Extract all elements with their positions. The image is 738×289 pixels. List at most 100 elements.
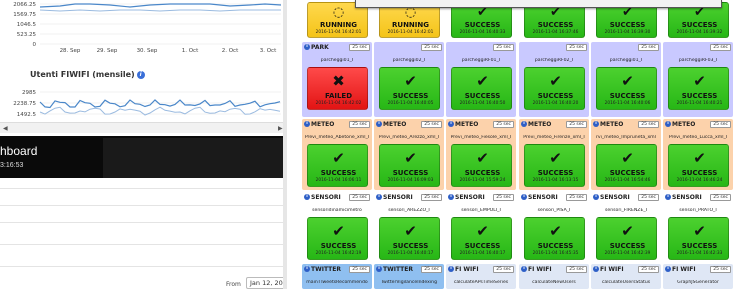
job-tile[interactable]: 25 sec parcheggiRF01_I ✔ SUCCESS 2016-11-04 … <box>446 42 516 117</box>
job-tile[interactable]: i SENSORI 25 sec sensori_PISA_I ✔ SUCCESS 2016… <box>519 192 589 262</box>
interval-badge[interactable]: 25 sec <box>638 194 659 201</box>
status-button-success[interactable]: ✔ SUCCESS 2016-11-04 16:09:03 <box>379 144 440 187</box>
info-icon[interactable]: i <box>448 194 454 200</box>
job-tile[interactable]: i METEO 25 sec Previ_meteo_Arezzo_xml_I ✔ SUC… <box>374 119 444 190</box>
interval-badge[interactable]: 25 sec <box>493 266 514 273</box>
status-button-failed[interactable]: ✖ FAILED 2016-11-04 16:42:02 <box>307 67 368 110</box>
job-tile[interactable]: i SENSORI 25 sec sensori_AREZZO_I ✔ SUCCESS 20… <box>374 192 444 262</box>
info-icon[interactable]: i <box>304 266 310 272</box>
job-tile[interactable]: i SENSORI 25 sec sensoridinamicimetro ✔ SUCCE… <box>302 192 372 262</box>
status-button-success[interactable]: ✔ SUCCESS 2016-11-04 16:40:06 <box>596 67 657 110</box>
check-icon: ✔ <box>332 149 345 167</box>
job-tile[interactable]: i METEO 25 sec Previ_meteo_Fiesole_xml_I ✔ SU… <box>446 119 516 190</box>
interval-badge[interactable]: 25 sec <box>710 266 731 273</box>
interval-badge[interactable]: 25 sec <box>566 194 587 201</box>
info-icon[interactable]: i <box>376 194 382 200</box>
interval-badge[interactable]: 25 sec <box>493 121 514 128</box>
info-icon[interactable]: i <box>593 194 599 200</box>
interval-badge[interactable]: 25 sec <box>349 194 370 201</box>
info-icon[interactable]: i <box>448 266 454 272</box>
info-icon[interactable]: i <box>521 121 527 127</box>
status-button-success[interactable]: ✔ SUCCESS 2016-11-04 16:40:50 <box>451 67 512 110</box>
status-button-success[interactable]: ✔ SUCCESS 2016-11-04 15:59:24 <box>451 144 512 187</box>
interval-badge[interactable]: 25 sec <box>638 44 659 51</box>
job-tile[interactable]: i METEO 25 sec rvi_meteo_Impruneta_xml ✔ SUCC… <box>591 119 661 190</box>
status-button-success[interactable]: ✔ SUCCESS 2016-11-04 16:45:35 <box>524 217 585 260</box>
job-tile[interactable]: i METEO 25 sec Previ_meteo_Lucca_xml_I ✔ SUCC… <box>663 119 733 190</box>
interval-badge[interactable]: 25 sec <box>421 266 442 273</box>
interval-badge[interactable]: 25 sec <box>421 44 442 51</box>
x-icon: ✖ <box>332 72 345 90</box>
job-tile[interactable]: i SENSORI 25 sec sensori_PRATO_I ✔ SUCCESS 201… <box>663 192 733 262</box>
interval-badge[interactable]: 25 sec <box>349 44 370 51</box>
job-tile[interactable]: i TWITTER 25 sec TwitterVigilanceIndexing <box>374 264 444 289</box>
interval-badge[interactable]: 25 sec <box>493 194 514 201</box>
job-tile[interactable]: i FI WIFI 25 sec calculateNewUsers <box>519 264 589 289</box>
job-category-label: FI WIFI <box>600 266 624 273</box>
status-button-success[interactable]: ✔ SUCCESS 2016-11-04 16:40:20 <box>524 67 585 110</box>
scroll-left-icon[interactable]: ◀ <box>3 125 8 132</box>
status-button-success[interactable]: ✔ SUCCESS 2016-11-04 16:13:15 <box>524 144 585 187</box>
status-label: SUCCESS <box>320 242 357 250</box>
interval-badge[interactable]: 25 sec <box>566 44 587 51</box>
interval-badge[interactable]: 25 sec <box>566 121 587 128</box>
interval-badge[interactable]: 25 sec <box>349 121 370 128</box>
info-icon[interactable]: i <box>665 194 671 200</box>
status-button-success[interactable]: ✔ SUCCESS 2016-11-04 16:40:05 <box>379 67 440 110</box>
horizontal-scrollbar[interactable]: ◀ ▶ <box>0 122 287 133</box>
job-name: parcheggi02_I <box>392 58 426 63</box>
job-category: i SENSORI <box>448 194 485 201</box>
interval-badge[interactable]: 25 sec <box>421 121 442 128</box>
info-icon[interactable]: i <box>376 121 382 127</box>
info-icon[interactable]: i <box>448 121 454 127</box>
from-date-input[interactable]: Jan 12, 20 <box>246 277 286 289</box>
job-tile[interactable]: i PARK 25 sec parcheggi01_I ✖ FAILED 2016-11-0… <box>302 42 372 117</box>
info-icon[interactable]: i <box>593 266 599 272</box>
status-button-success[interactable]: ✔ SUCCESS 2016-11-04 16:40:17 <box>451 217 512 260</box>
info-icon[interactable]: i <box>304 44 310 50</box>
status-button-success[interactable]: ✔ SUCCESS 2016-11-04 16:06:11 <box>307 144 368 187</box>
info-icon[interactable]: i <box>593 121 599 127</box>
x-tick-label: 3. Oct <box>260 48 277 54</box>
job-tile[interactable]: i FI WIFI 25 sec calculateAPsTimeSeries <box>446 264 516 289</box>
status-timestamp: 2016-11-04 16:40:17 <box>387 251 434 256</box>
info-icon[interactable]: i <box>376 266 382 272</box>
job-tile[interactable]: i SENSORI 25 sec sensori_FIRENZE_I ✔ SUCCESS 2… <box>591 192 661 262</box>
status-button-success[interactable]: ✔ SUCCESS 2016-11-04 16:42:39 <box>596 217 657 260</box>
scroll-right-icon[interactable]: ▶ <box>278 125 283 132</box>
job-tile[interactable]: 25 sec parcheggi02_I ✔ SUCCESS 2016-11-04 16… <box>374 42 444 117</box>
job-tile[interactable]: i FI WIFI 25 sec calculateUsersStatus <box>591 264 661 289</box>
interval-badge[interactable]: 25 sec <box>566 266 587 273</box>
status-button-success[interactable]: ✔ SUCCESS 2016-11-04 16:40:21 <box>668 67 729 110</box>
job-tile[interactable]: i TWITTER 25 sec mainTTweetsRecommendo <box>302 264 372 289</box>
job-tile[interactable]: i SENSORI 25 sec sensori_EMPOLI_I ✔ SUCCESS 20… <box>446 192 516 262</box>
status-button-success[interactable]: ✔ SUCCESS 2016-11-04 16:54:46 <box>596 144 657 187</box>
interval-badge[interactable]: 25 sec <box>710 194 731 201</box>
job-tile[interactable]: i FI WIFI 25 sec GraphJSGenerator <box>663 264 733 289</box>
interval-badge[interactable]: 25 sec <box>638 121 659 128</box>
job-tile[interactable]: 25 sec parcheggiRF02_I ✔ SUCCESS 2016-11-04 … <box>519 42 589 117</box>
status-button-success[interactable]: ✔ SUCCESS 2016-11-04 16:46:24 <box>668 144 729 187</box>
job-tile[interactable]: 25 sec parcheggi01_I ✔ SUCCESS 2016-11-04 16… <box>591 42 661 117</box>
job-tile[interactable]: i METEO 25 sec Previ_meteo_Firenze_xml_I ✔ SU… <box>519 119 589 190</box>
info-icon[interactable]: i <box>304 194 310 200</box>
job-category-label: SENSORI <box>600 194 630 201</box>
info-icon[interactable]: i <box>665 266 671 272</box>
info-icon[interactable]: i <box>665 121 671 127</box>
info-icon[interactable]: i <box>304 121 310 127</box>
interval-badge[interactable]: 25 sec <box>710 121 731 128</box>
info-icon[interactable]: i <box>521 194 527 200</box>
status-button-success[interactable]: ✔ SUCCESS 2016-11-04 16:40:17 <box>379 217 440 260</box>
status-button-success[interactable]: ✔ SUCCESS 2016-11-04 16:42:33 <box>668 217 729 260</box>
info-icon[interactable]: i <box>521 266 527 272</box>
job-tile[interactable]: 25 sec parcheggiRF03_I ✔ SUCCESS 2016-11-04 … <box>663 42 733 117</box>
interval-badge[interactable]: 25 sec <box>493 44 514 51</box>
interval-badge[interactable]: 25 sec <box>349 266 370 273</box>
check-icon: ✔ <box>476 149 489 167</box>
interval-badge[interactable]: 25 sec <box>421 194 442 201</box>
interval-badge[interactable]: 25 sec <box>710 44 731 51</box>
status-button-success[interactable]: ✔ SUCCESS 2016-11-04 16:42:19 <box>307 217 368 260</box>
job-name: calculateUsersStatus <box>601 280 651 285</box>
job-tile[interactable]: i METEO 25 sec Previ_meteo_Abetone_xml_I ✔ SU… <box>302 119 372 190</box>
interval-badge[interactable]: 25 sec <box>638 266 659 273</box>
